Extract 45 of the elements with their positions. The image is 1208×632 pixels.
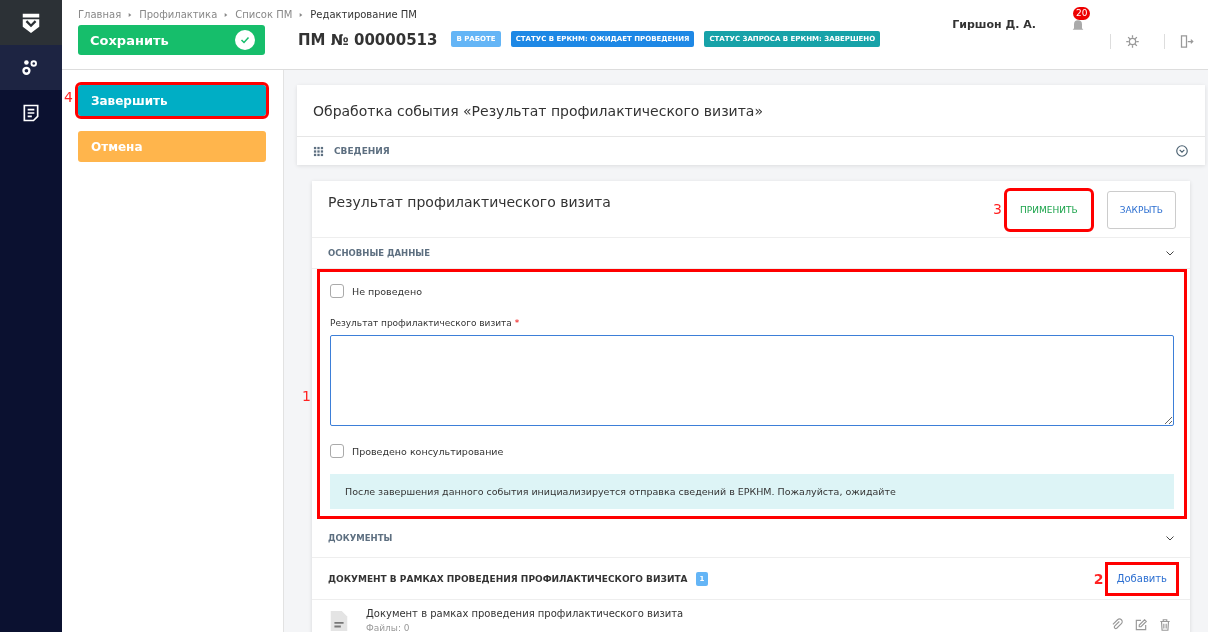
close-button[interactable]: ЗАКРЫТЬ [1106,191,1176,229]
section-title[interactable]: ДОКУМЕНТЫ [328,533,393,543]
breadcrumb-link[interactable]: Главная [78,9,122,20]
attach-button[interactable] [1110,618,1124,632]
info-message: После завершения данного события инициализируется отправка сведений в ЕРКНМ. Пожалуйста, ожидайте [330,474,1174,509]
edit-button[interactable] [1134,618,1148,632]
document-title[interactable]: Документ в рамках проведения профилактического визита [366,608,1094,619]
result-field[interactable] [330,335,1174,426]
file-count: Файлы: 0 [366,623,411,632]
chevron-circle-icon [1175,144,1189,158]
breadcrumb-link[interactable]: Список ПМ [235,9,293,20]
apply-button[interactable]: ПРИМЕНИТЬ [1007,191,1091,229]
check-icon [239,34,251,46]
breadcrumb-link[interactable]: Профилактика [139,9,218,20]
checkbox-label: Проведено консультирование [352,445,504,457]
edit-icon [1134,618,1148,632]
delete-button[interactable] [1158,618,1172,632]
field-label: Результат профилактического визита [330,318,512,328]
callout-number: 2 [1093,570,1104,587]
user-name[interactable]: Гиршон Д. А. [952,18,1036,31]
add-button[interactable]: Добавить [1107,564,1176,593]
sidebar-item[interactable] [0,45,62,90]
callout-number: 1 [302,388,311,404]
record-title: ПМ № 00000513 [298,31,438,49]
callout-number: 3 [993,201,1002,217]
event-title: Обработка события «Результат профилактического визита» [297,85,1205,137]
checkbox-label: Не проведено [352,285,422,297]
file-icon [328,608,350,632]
paperclip-icon [1110,618,1124,632]
settings-icon [1125,34,1140,49]
section-title[interactable]: СВЕДЕНИЯ [334,146,390,156]
callout-number: 4 [64,89,73,105]
checkbox[interactable] [330,284,344,298]
section-title[interactable]: ОСНОВНЫЕ ДАННЫЕ [328,248,430,258]
notification-count: 20 [1073,6,1091,20]
checkbox[interactable] [330,444,344,458]
required-mark: * [514,318,520,328]
form-title: Результат профилактического визита [328,193,612,210]
logout-icon [1179,34,1194,49]
group-title: ДОКУМЕНТ В РАМКАХ ПРОВЕДЕНИЯ ПРОФИЛАКТИЧЕСКОГО ВИЗИТА [328,573,688,584]
trash-icon [1158,618,1172,632]
document-icon [21,102,41,123]
action-button[interactable]: Завершить [78,85,266,116]
grid-icon [313,145,324,157]
breadcrumb-link[interactable]: Редактирование ПМ [310,9,417,20]
